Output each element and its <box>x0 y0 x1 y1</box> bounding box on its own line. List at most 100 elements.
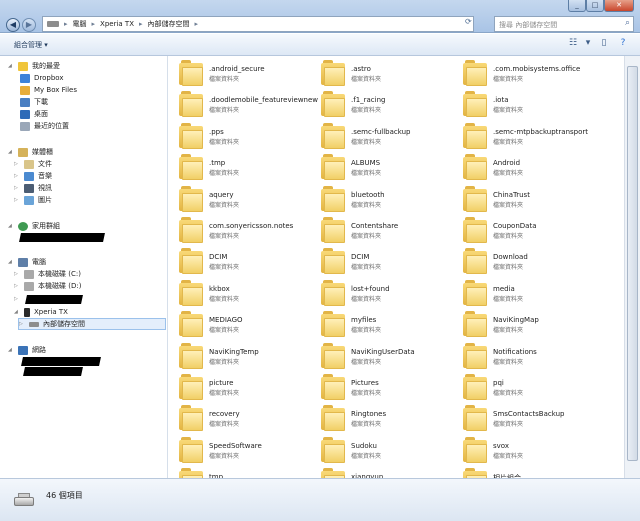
forward-button[interactable]: ▶ <box>22 18 36 32</box>
folder-item[interactable]: xiangyun檔案資料夾 <box>313 467 453 478</box>
folder-item[interactable]: Contentshare 檔案資料夾 <box>313 216 453 246</box>
vertical-scrollbar[interactable] <box>624 56 640 478</box>
folder-item[interactable]: .semc-fullbackup 檔案資料夾 <box>313 122 453 152</box>
refresh-icon[interactable]: ⟳ <box>465 17 472 26</box>
folder-icon <box>463 404 489 432</box>
folder-item[interactable]: SmsContactsBackup 檔案資料夾 <box>455 404 595 434</box>
folder-name: bluetooth <box>351 190 385 199</box>
folder-icon <box>20 85 30 95</box>
folder-item[interactable]: ALBUMS 檔案資料夾 <box>313 153 453 183</box>
sidebar-item-music[interactable]: ▷ 音樂 <box>14 170 52 182</box>
folder-item[interactable]: NaviKingMap 檔案資料夾 <box>455 310 595 340</box>
folder-item[interactable]: picture 檔案資料夾 <box>171 373 311 403</box>
phone-icon <box>24 307 30 317</box>
folder-item[interactable]: Notifications 檔案資料夾 <box>455 342 595 372</box>
folder-item[interactable]: .android_secure 檔案資料夾 <box>171 59 311 89</box>
folder-item[interactable]: MEDIAGO 檔案資料夾 <box>171 310 311 340</box>
folder-item[interactable]: DCIM 檔案資料夾 <box>171 247 311 277</box>
sidebar-item-mybox[interactable]: My Box Files <box>20 84 77 96</box>
folder-item[interactable]: recovery 檔案資料夾 <box>171 404 311 434</box>
sidebar-computer[interactable]: ◢ 電腦 <box>8 256 46 268</box>
folder-item[interactable]: 相片組合檔案資料夾 <box>455 467 595 478</box>
sidebar-item-drive-c[interactable]: ▷ 本機磁碟 (C:) <box>14 268 81 280</box>
folder-item[interactable]: DCIM 檔案資料夾 <box>313 247 453 277</box>
sidebar-item-xperia[interactable]: ◢ Xperia TX <box>14 306 68 318</box>
folder-item[interactable]: svox 檔案資料夾 <box>455 436 595 466</box>
folder-type: 檔案資料夾 <box>209 233 240 240</box>
folder-item[interactable]: .pps 檔案資料夾 <box>171 122 311 152</box>
folder-item[interactable]: Download 檔案資料夾 <box>455 247 595 277</box>
sidebar-item-dropbox[interactable]: Dropbox <box>20 72 64 84</box>
folder-item[interactable]: ChinaTrust 檔案資料夾 <box>455 185 595 215</box>
pictures-icon <box>24 195 34 205</box>
folder-item[interactable]: Sudoku 檔案資料夾 <box>313 436 453 466</box>
sidebar-item-documents[interactable]: ▷ 文件 <box>14 158 52 170</box>
sidebar-homegroup[interactable]: ◢ 家用群組 <box>8 220 60 232</box>
folder-icon <box>463 185 489 213</box>
folder-item[interactable]: kkbox 檔案資料夾 <box>171 279 311 309</box>
folder-type: 檔案資料夾 <box>351 421 382 429</box>
folder-item[interactable]: .f1_racing 檔案資料夾 <box>313 90 453 120</box>
folder-item[interactable]: .tmp 檔案資料夾 <box>171 153 311 183</box>
folder-item[interactable]: .doodlemobile_featureviewnew 檔案資料夾 <box>171 90 318 120</box>
organize-button[interactable]: 組合管理 ▾ <box>14 40 48 50</box>
title-bar: _ □ ✕ ◀ ▶ ▸ 電腦 ▸ Xperia TX ▸ 內部儲存空間 ▸ ⟳ … <box>0 0 640 33</box>
folder-item[interactable]: Pictures 檔案資料夾 <box>313 373 453 403</box>
folder-name: .pps <box>209 127 224 136</box>
view-dropdown-icon[interactable]: ▾ <box>581 38 595 51</box>
back-button[interactable]: ◀ <box>6 18 20 32</box>
redacted-entry <box>23 367 83 376</box>
folder-item[interactable]: SpeedSoftware 檔案資料夾 <box>171 436 311 466</box>
folder-type: 檔案資料夾 <box>493 452 524 460</box>
folder-item[interactable]: .iota 檔案資料夾 <box>455 90 595 120</box>
folder-item[interactable]: CouponData 檔案資料夾 <box>455 216 595 246</box>
search-input[interactable]: 搜尋 內部儲存空間 ⌕ <box>494 16 634 32</box>
folder-item[interactable]: .com.mobisystems.office 檔案資料夾 <box>455 59 595 89</box>
folder-icon <box>463 373 489 401</box>
folder-name: DCIM <box>351 253 370 262</box>
maximize-button[interactable]: □ <box>586 0 604 12</box>
sidebar-item-recent[interactable]: 最近的位置 <box>20 120 69 132</box>
sidebar-item-downloads[interactable]: 下載 <box>20 96 48 108</box>
folder-item[interactable]: .astro 檔案資料夾 <box>313 59 453 89</box>
folder-item[interactable]: pqi 檔案資料夾 <box>455 373 595 403</box>
sidebar-item-redacted-drive[interactable]: ▷ <box>14 293 20 305</box>
sidebar-item-pictures[interactable]: ▷ 圖片 <box>14 194 52 206</box>
folder-item[interactable]: Ringtones 檔案資料夾 <box>313 404 453 434</box>
folder-item[interactable]: myfiles 檔案資料夾 <box>313 310 453 340</box>
sidebar-item-internal-storage[interactable]: ▷ 內部儲存空間 <box>18 318 166 330</box>
sidebar-item-desktop[interactable]: 桌面 <box>20 108 48 120</box>
folder-item[interactable]: NaviKingTemp 檔案資料夾 <box>171 342 311 372</box>
preview-pane-icon[interactable]: ▯ <box>597 38 611 51</box>
folder-name: Android <box>493 159 521 168</box>
close-button[interactable]: ✕ <box>604 0 634 12</box>
folder-item[interactable]: media 檔案資料夾 <box>455 279 595 309</box>
folder-item[interactable]: .semc-mtpbackuptransport 檔案資料夾 <box>455 122 595 152</box>
folder-item[interactable]: NaviKingUserData 檔案資料夾 <box>313 342 453 372</box>
breadcrumb-storage[interactable]: 內部儲存空間 <box>148 19 190 29</box>
sidebar-network[interactable]: ◢ 網路 <box>8 344 46 356</box>
sidebar-item-videos[interactable]: ▷ 視訊 <box>14 182 52 194</box>
help-icon[interactable]: ? <box>616 38 630 51</box>
folder-item[interactable]: com.sonyericsson.notes 檔案資料夾 <box>171 216 311 246</box>
minimize-button[interactable]: _ <box>568 0 586 12</box>
breadcrumb-device[interactable]: Xperia TX <box>100 20 134 28</box>
folder-item[interactable]: lost+found 檔案資料夾 <box>313 279 453 309</box>
folder-item[interactable]: aquery 檔案資料夾 <box>171 185 311 215</box>
sidebar-favorites[interactable]: ◢ 我的最愛 <box>8 60 60 72</box>
folder-icon <box>179 279 205 307</box>
breadcrumb-computer[interactable]: 電腦 <box>73 19 87 29</box>
folder-item[interactable]: tmp檔案資料夾 <box>171 467 311 478</box>
star-icon <box>18 61 28 71</box>
folder-item[interactable]: bluetooth 檔案資料夾 <box>313 185 453 215</box>
folder-item[interactable]: Android 檔案資料夾 <box>455 153 595 183</box>
storage-icon <box>14 491 34 507</box>
scrollbar-thumb[interactable] <box>627 66 638 461</box>
sidebar-libraries[interactable]: ◢ 媒體櫃 <box>8 146 53 158</box>
sidebar-item-drive-d[interactable]: ▷ 本機磁碟 (D:) <box>14 280 81 292</box>
folder-type: 檔案資料夾 <box>493 295 524 303</box>
view-options-icon[interactable]: ☷ <box>566 38 580 51</box>
address-bar[interactable]: ▸ 電腦 ▸ Xperia TX ▸ 內部儲存空間 ▸ <box>42 16 474 32</box>
folder-name: Ringtones <box>351 410 387 419</box>
libraries-icon <box>18 147 28 157</box>
